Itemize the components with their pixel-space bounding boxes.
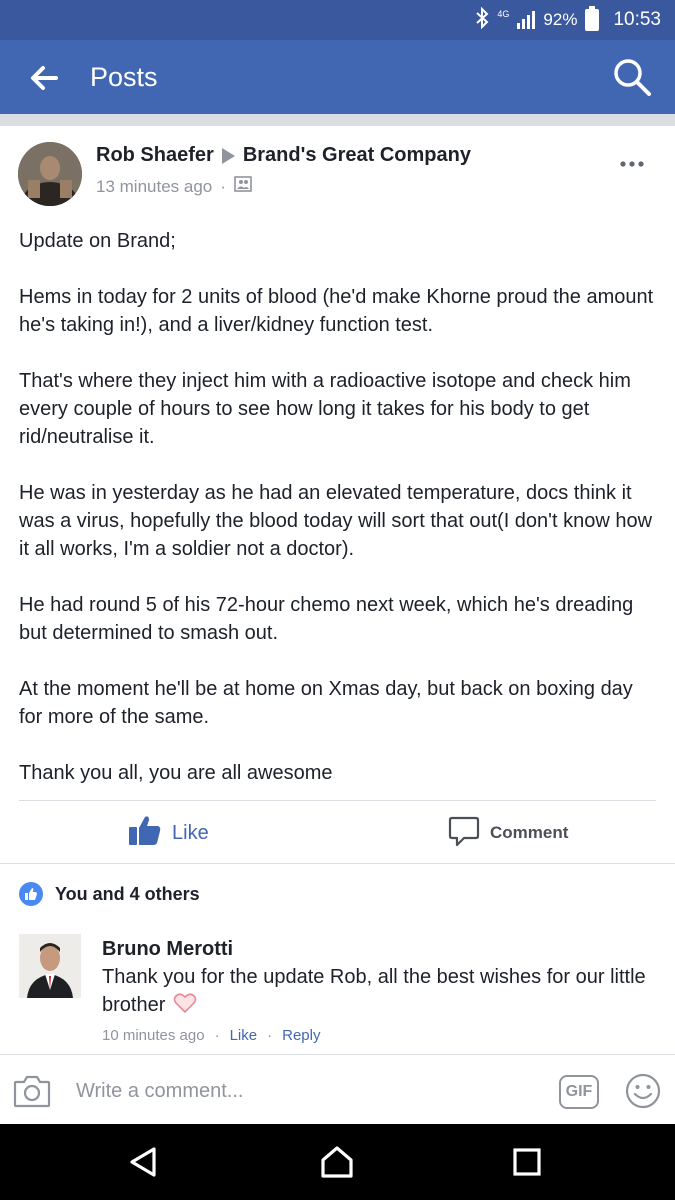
comment-meta: 10 minutes ago · Like · Reply — [102, 1027, 320, 1044]
like-reaction-icon — [19, 882, 43, 906]
more-options-icon[interactable] — [619, 148, 645, 174]
like-label: Like — [172, 821, 209, 844]
heart-emoji-icon — [173, 992, 197, 1014]
comment-author-name[interactable]: Bruno Merotti — [102, 938, 233, 961]
comment-bubble-icon — [448, 815, 480, 852]
status-bar: 4G 92% 10:53 — [0, 0, 675, 40]
post-paragraph: He was in yesterday as he had an elevate… — [19, 482, 653, 560]
reactions-text: You and 4 others — [55, 883, 200, 904]
gif-button[interactable]: GIF — [559, 1075, 599, 1109]
audience-icon — [234, 176, 252, 197]
comment-button[interactable]: Comment — [448, 816, 568, 850]
post-paragraph: That's where they inject him with a radi… — [19, 370, 631, 448]
post-author-name[interactable]: Rob Shaefer — [96, 144, 214, 167]
bluetooth-icon — [475, 6, 489, 34]
page-title: Posts — [90, 62, 158, 92]
comment-reply-link[interactable]: Reply — [282, 1027, 320, 1044]
comment-timestamp: 10 minutes ago — [102, 1027, 205, 1044]
nav-back-icon[interactable] — [125, 1144, 161, 1180]
search-icon[interactable] — [611, 56, 653, 98]
feed-separator — [0, 114, 675, 126]
emoji-smiley-icon[interactable] — [625, 1073, 661, 1109]
post-paragraph: Update on Brand; — [19, 230, 176, 252]
meta-separator: · — [220, 176, 226, 196]
post-actions-divider — [19, 800, 656, 801]
meta-separator: · — [214, 1027, 220, 1044]
comment-like-link[interactable]: Like — [230, 1027, 258, 1044]
comment-composer: GIF — [0, 1054, 675, 1124]
app-bar: Posts — [0, 40, 675, 114]
shared-to-arrow-icon — [221, 147, 235, 164]
post-target-group[interactable]: Brand's Great Company — [243, 144, 471, 167]
nav-home-icon[interactable] — [319, 1144, 355, 1180]
post-paragraph: He had round 5 of his 72-hour chemo next… — [19, 594, 634, 644]
post-paragraph: At the moment he'll be at home on Xmas d… — [19, 678, 633, 728]
like-button[interactable]: Like — [128, 816, 209, 850]
comment-input[interactable] — [76, 1077, 516, 1105]
reactions-divider — [0, 863, 675, 864]
system-nav-bar — [0, 1124, 675, 1200]
camera-icon[interactable] — [13, 1073, 51, 1109]
author-avatar[interactable] — [18, 142, 82, 206]
signal-icon — [517, 11, 536, 29]
post-meta: 13 minutes ago · — [96, 176, 252, 197]
reactions-summary[interactable]: You and 4 others — [19, 882, 200, 906]
post-timestamp[interactable]: 13 minutes ago — [96, 177, 212, 197]
status-icons: 4G 92% 10:53 — [475, 0, 661, 40]
meta-separator: · — [267, 1027, 273, 1044]
post-body: Update on Brand; Hems in today for 2 uni… — [19, 227, 659, 815]
nav-recents-icon[interactable] — [509, 1144, 545, 1180]
battery-icon — [585, 6, 600, 31]
network-type: 4G — [497, 8, 510, 19]
post-paragraph: Hems in today for 2 units of blood (he'd… — [19, 286, 654, 336]
comment-text: Thank you for the update Rob, all the be… — [102, 963, 662, 1019]
comment-label: Comment — [490, 823, 569, 842]
commenter-avatar[interactable] — [19, 934, 81, 998]
clock: 10:53 — [613, 9, 661, 30]
back-arrow-icon[interactable] — [26, 60, 62, 96]
post-author-line: Rob Shaefer Brand's Great Company — [96, 144, 471, 167]
battery-percent: 92% — [543, 10, 578, 29]
post-paragraph: Thank you all, you are all awesome — [19, 762, 333, 784]
thumbs-up-icon — [128, 814, 162, 852]
